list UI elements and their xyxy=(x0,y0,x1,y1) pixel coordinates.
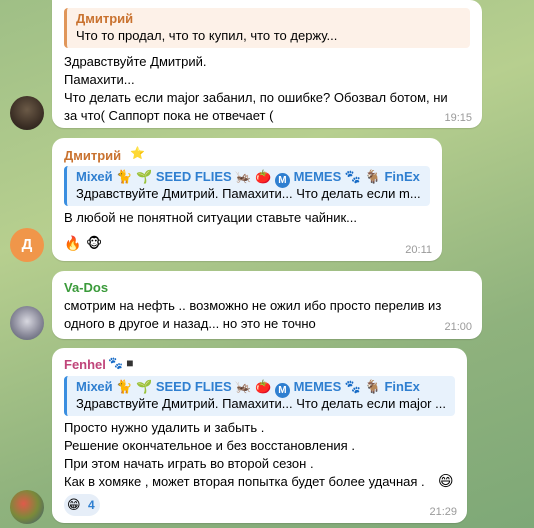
reply-name-part: FinEx xyxy=(384,379,420,394)
message-line: В любой не понятной ситуации ставьте чай… xyxy=(64,210,358,225)
message-line: смотрим на нефть .. возможно не ожил ибо… xyxy=(64,298,442,313)
message-line: Решение окончательное и без восстановлен… xyxy=(64,438,355,453)
cat-icon: 🐈 xyxy=(116,169,133,184)
message-time: 21:00 xyxy=(444,321,472,333)
reply-sender-name: Дмитрий xyxy=(76,11,134,26)
reply-preview[interactable]: Міхей 🐈 🌱 SEED FLIES 🦗 🍅 M MEMES 🐾 🐐 Fin… xyxy=(64,166,430,206)
sender-name[interactable]: Fenhel xyxy=(64,357,106,372)
reply-text: Здравствуйте Дмитрий. Памахити... Что де… xyxy=(76,396,446,411)
fly-icon: 🦗 xyxy=(235,379,252,394)
premium-star-icon: ⭐ xyxy=(130,146,145,160)
reply-name-part: Міхей xyxy=(76,379,113,394)
monkey-icon: 🐵 xyxy=(86,235,103,251)
goat-icon: 🐐 xyxy=(364,169,381,184)
avatar[interactable] xyxy=(10,96,44,130)
message-bubble-1[interactable]: Дмитрий Что то продал, что то купил, что… xyxy=(52,0,482,128)
message-bubble-2[interactable]: Дмитрий ⭐ Міхей 🐈 🌱 SEED FLIES 🦗 🍅 M MEM… xyxy=(52,138,442,261)
reply-preview[interactable]: Міхей 🐈 🌱 SEED FLIES 🦗 🍅 M MEMES 🐾 🐐 Fin… xyxy=(64,376,455,416)
tomato-icon: 🍅 xyxy=(255,169,272,184)
paw-icon: 🐾 xyxy=(344,379,362,394)
avatar-letter: Д xyxy=(21,236,33,253)
message-line: Здравствуйте Дмитрий. xyxy=(64,54,207,69)
message-time: 19:15 xyxy=(444,112,472,124)
fire-icon: 🔥 xyxy=(64,235,82,251)
message-line: Что делать если major забанил, по ошибке… xyxy=(64,90,448,105)
reply-preview[interactable]: Дмитрий Что то продал, что то купил, что… xyxy=(64,8,470,48)
message-line: Просто нужно удалить и забыть . xyxy=(64,420,265,435)
sender-name[interactable]: Va-Dos xyxy=(64,280,108,295)
goat-icon: 🐐 xyxy=(364,379,381,394)
avatar[interactable] xyxy=(10,490,44,524)
reply-name-part: SEED FLIES xyxy=(155,379,232,394)
fly-icon: 🦗 xyxy=(235,169,252,184)
reply-name-part: MEMES xyxy=(293,379,342,394)
grin-icon: 😄 xyxy=(438,473,454,490)
message-line: за что( Саппорт пока не отвечает ( xyxy=(64,108,274,123)
message-time: 20:11 xyxy=(405,244,432,256)
reaction-fire[interactable]: 🔥 xyxy=(64,232,86,254)
sender-name[interactable]: Дмитрий xyxy=(64,148,121,163)
reply-name-part: MEMES xyxy=(293,169,342,184)
message-line: Памахити... xyxy=(64,72,135,87)
seedling-icon: 🌱 xyxy=(136,169,153,184)
tomato-icon: 🍅 xyxy=(255,379,272,394)
grin-reaction-icon: 😁 xyxy=(67,497,81,512)
message-time: 21:29 xyxy=(429,506,457,518)
cat-icon: 🐈 xyxy=(116,379,133,394)
avatar[interactable]: Д xyxy=(10,228,44,262)
reaction-grin[interactable]: 😁 4 xyxy=(64,494,100,516)
message-bubble-4[interactable]: Fenhel 🐾 ■ Міхей 🐈 🌱 SEED FLIES 🦗 🍅 M ME… xyxy=(52,348,467,523)
message-bubble-3[interactable]: Va-Dos смотрим на нефть .. возможно не о… xyxy=(52,271,482,339)
reaction-monkey[interactable]: 🐵 xyxy=(86,232,108,254)
message-line: Как в хомяке , может вторая попытка буде… xyxy=(64,474,425,489)
reply-name-part: SEED FLIES xyxy=(155,169,232,184)
reply-text: Что то продал, что то купил, что то держ… xyxy=(76,28,338,43)
avatar[interactable] xyxy=(10,306,44,340)
paw-badge-icon: 🐾 ■ xyxy=(108,356,134,370)
reply-name-part: FinEx xyxy=(384,169,420,184)
paw-icon: 🐾 xyxy=(344,169,362,184)
reply-text: Здравствуйте Дмитрий. Памахити... Что де… xyxy=(76,186,421,201)
reply-name-part: Міхей xyxy=(76,169,113,184)
message-line: одного в другое и назад... но это не точ… xyxy=(64,316,316,331)
reaction-count: 4 xyxy=(88,498,95,512)
message-line: При этом начать играть во второй сезон . xyxy=(64,456,314,471)
seedling-icon: 🌱 xyxy=(136,379,153,394)
